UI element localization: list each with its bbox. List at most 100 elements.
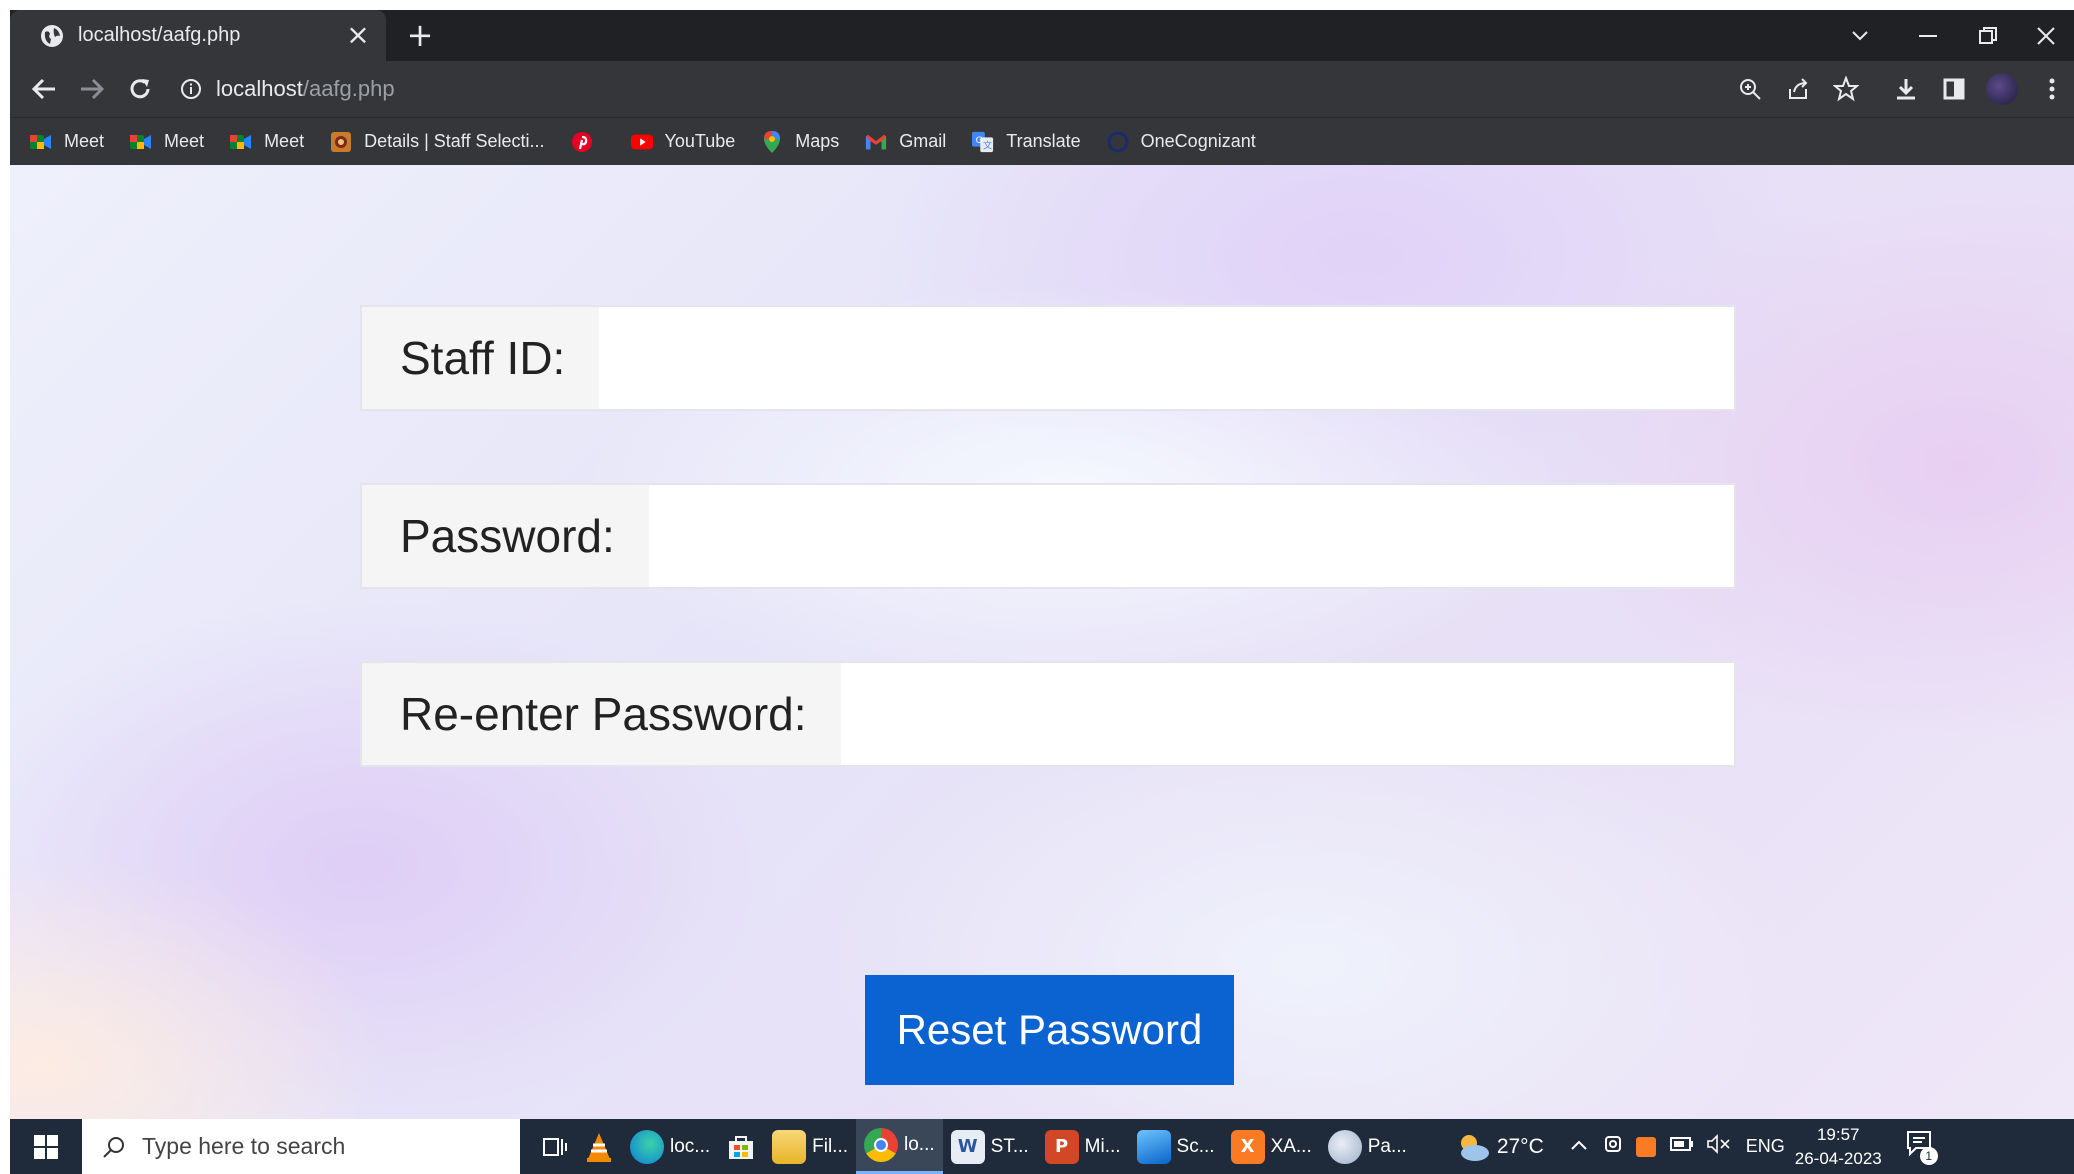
windows-logo-icon <box>34 1134 58 1159</box>
youtube-icon <box>630 131 653 153</box>
taskbar-paint[interactable]: Pa... <box>1320 1119 1415 1174</box>
system-tray: 27°C ENG 19:57 26-04-2023 1 <box>1447 1119 1938 1174</box>
close-window-icon[interactable] <box>2022 18 2070 54</box>
clock[interactable]: 19:57 26-04-2023 <box>1795 1123 1882 1171</box>
forward-icon[interactable] <box>74 71 110 107</box>
windows-taskbar: Type here to search loc... Fil... lo... … <box>10 1119 2074 1174</box>
taskbar-file-explorer[interactable]: Fil... <box>764 1119 856 1174</box>
meet-now-icon[interactable] <box>1604 1133 1622 1160</box>
staff-id-label: Staff ID: <box>362 307 600 409</box>
url-path: /aafg.php <box>302 76 395 101</box>
bookmark-meet-3[interactable]: Meet <box>230 131 304 153</box>
browser-tab[interactable]: localhost/aafg.php × <box>10 10 386 61</box>
browser-toolbar: localhost/aafg.php <box>10 61 2074 117</box>
tab-search-icon[interactable] <box>1836 18 1884 54</box>
search-icon <box>103 1136 124 1158</box>
bookmark-youtube[interactable]: YouTube <box>630 131 735 153</box>
side-panel-icon[interactable] <box>1936 71 1972 107</box>
taskbar-word[interactable]: W ST... <box>943 1119 1037 1174</box>
task-view-button[interactable] <box>534 1119 576 1174</box>
xampp-icon: X <box>1230 1129 1265 1164</box>
reenter-password-input[interactable] <box>840 663 1734 765</box>
start-button[interactable] <box>10 1119 82 1174</box>
restore-icon[interactable] <box>1964 18 2012 54</box>
svg-text:文: 文 <box>983 139 992 151</box>
volume-muted-icon[interactable] <box>1706 1134 1732 1159</box>
meet-icon <box>30 131 52 153</box>
taskbar-store[interactable] <box>718 1119 764 1174</box>
taskbar-powerpoint[interactable]: P Mi... <box>1037 1119 1129 1174</box>
maps-icon <box>761 130 783 153</box>
tab-title: localhost/aafg.php <box>78 24 241 46</box>
battery-icon[interactable] <box>1669 1137 1694 1156</box>
bookmark-meet-1[interactable]: Meet <box>30 131 104 153</box>
onecognizant-icon <box>1107 131 1129 153</box>
gmail-icon <box>865 131 887 153</box>
taskbar-xampp[interactable]: X XA... <box>1223 1119 1320 1174</box>
taskbar-chrome[interactable]: lo... <box>856 1119 943 1174</box>
edge-icon <box>630 1129 664 1164</box>
clock-date: 26-04-2023 <box>1794 1148 1882 1168</box>
meet-icon <box>230 131 252 153</box>
password-group: Password: <box>360 483 1736 589</box>
task-view-icon <box>543 1137 567 1156</box>
zoom-icon[interactable] <box>1732 71 1768 107</box>
site-info-icon[interactable] <box>180 78 202 100</box>
page-content: Staff ID: Password: Re-enter Password: R… <box>10 165 2074 1119</box>
tray-chevron-up-icon[interactable] <box>1570 1138 1588 1156</box>
url-host: localhost <box>216 76 303 101</box>
address-bar[interactable]: localhost/aafg.php <box>180 66 1880 112</box>
taskbar-edge[interactable]: loc... <box>622 1119 718 1174</box>
search-placeholder: Type here to search <box>142 1133 346 1159</box>
notification-center-icon[interactable]: 1 <box>1906 1130 1938 1165</box>
menu-kebab-icon[interactable] <box>2034 71 2070 107</box>
close-tab-icon[interactable]: × <box>342 19 374 51</box>
reload-icon[interactable] <box>122 71 158 107</box>
language-indicator[interactable]: ENG <box>1746 1136 1785 1157</box>
bookmark-onecognizant[interactable]: OneCognizant <box>1107 131 1256 153</box>
staff-id-input[interactable] <box>599 307 1734 409</box>
translate-icon: G文 <box>972 131 994 153</box>
bookmark-translate[interactable]: G文 Translate <box>972 131 1081 153</box>
reset-password-button[interactable]: Reset Password <box>865 975 1234 1085</box>
store-icon <box>729 1135 754 1159</box>
bookmark-star-icon[interactable] <box>1828 71 1864 107</box>
reenter-password-group: Re-enter Password: <box>360 661 1736 767</box>
taskbar-vlc[interactable] <box>576 1119 622 1174</box>
bookmark-meet-2[interactable]: Meet <box>130 131 204 153</box>
staff-id-group: Staff ID: <box>360 305 1736 411</box>
chrome-icon <box>864 1128 899 1162</box>
weather-cloud-icon <box>1460 1134 1489 1161</box>
download-icon[interactable] <box>1888 71 1924 107</box>
bookmark-pinterest[interactable] <box>571 131 605 153</box>
meet-icon <box>130 131 152 153</box>
password-label: Password: <box>362 485 649 587</box>
share-icon[interactable] <box>1780 71 1816 107</box>
powerpoint-icon: P <box>1044 1129 1079 1164</box>
photos-icon <box>1136 1129 1171 1164</box>
profile-avatar-icon[interactable] <box>1984 71 2020 107</box>
new-tab-icon[interactable]: + <box>402 18 438 54</box>
bookmarks-bar: Meet Meet Meet Details | Staff Selecti..… <box>10 117 2074 165</box>
reenter-password-label: Re-enter Password: <box>362 663 841 765</box>
xampp-tray-icon[interactable] <box>1635 1136 1656 1157</box>
taskbar-photos[interactable]: Sc... <box>1129 1119 1223 1174</box>
bookmark-maps[interactable]: Maps <box>761 130 839 153</box>
password-input[interactable] <box>648 485 1734 587</box>
clock-time: 19:57 <box>1816 1124 1860 1144</box>
globe-icon <box>41 24 63 47</box>
notification-badge: 1 <box>1919 1147 1938 1165</box>
ssc-icon <box>330 131 352 153</box>
vlc-icon <box>587 1132 611 1162</box>
word-icon: W <box>950 1129 985 1164</box>
svg-text:G: G <box>976 134 983 145</box>
taskbar-search-box[interactable]: Type here to search <box>82 1119 520 1174</box>
back-icon[interactable] <box>26 71 62 107</box>
weather-widget[interactable]: 27°C <box>1447 1119 1552 1174</box>
file-explorer-icon <box>772 1129 807 1164</box>
paint-icon <box>1327 1129 1362 1164</box>
bookmark-gmail[interactable]: Gmail <box>865 131 946 153</box>
pinterest-icon <box>571 131 593 153</box>
bookmark-staff-selection[interactable]: Details | Staff Selecti... <box>330 131 545 153</box>
minimize-icon[interactable] <box>1904 18 1952 54</box>
